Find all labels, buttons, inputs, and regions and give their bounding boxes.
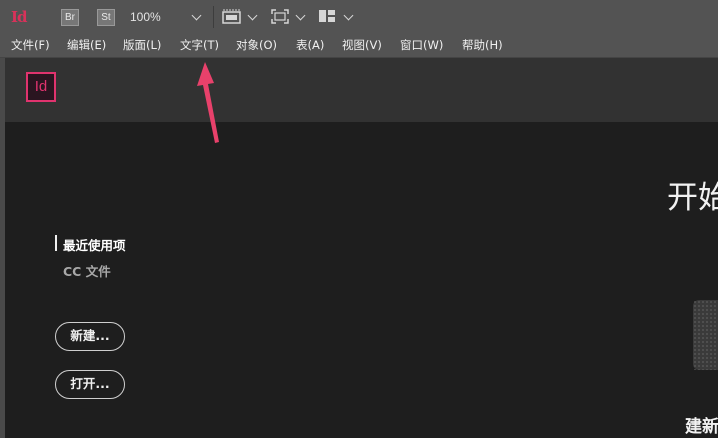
zoom-chevron-down-icon[interactable] <box>191 10 202 21</box>
thumbnail-texture <box>693 300 718 370</box>
start-workspace: 开始 最近使用项 CC 文件 新建... 打开... 建新 <box>5 122 718 438</box>
nav-active-indicator <box>55 235 57 251</box>
nav-recent[interactable]: 最近使用项 <box>63 235 126 254</box>
menu-view[interactable]: 视图(V) <box>342 37 382 53</box>
view-options-chevron-down-icon[interactable] <box>295 10 306 21</box>
arrange-documents-icon[interactable] <box>318 9 336 23</box>
view-options-icon[interactable] <box>271 9 289 24</box>
menu-object[interactable]: 对象(O) <box>236 37 277 53</box>
menu-bar: 文件(F) 编辑(E) 版面(L) 文字(T) 对象(O) 表(A) 视图(V)… <box>0 33 718 58</box>
screen-mode-chevron-down-icon[interactable] <box>247 10 258 21</box>
menu-file[interactable]: 文件(F) <box>11 37 50 53</box>
zoom-level[interactable]: 100% <box>130 10 161 24</box>
menu-layout[interactable]: 版面(L) <box>123 37 161 53</box>
arrange-documents-chevron-down-icon[interactable] <box>343 10 354 21</box>
menu-edit[interactable]: 编辑(E) <box>67 37 106 53</box>
preset-thumbnail[interactable] <box>693 300 718 370</box>
start-header: Id <box>5 58 718 122</box>
menu-type[interactable]: 文字(T) <box>180 37 219 53</box>
app-logo: Id <box>11 8 27 26</box>
app-toolbar: Id Br St 100% <box>0 0 718 33</box>
indesign-logo: Id <box>26 72 56 102</box>
nav-cc-files[interactable]: CC 文件 <box>63 261 111 280</box>
bridge-button[interactable]: Br <box>61 9 79 26</box>
toolbar-divider <box>213 6 214 28</box>
menu-table[interactable]: 表(A) <box>296 37 324 53</box>
stock-button[interactable]: St <box>97 9 115 26</box>
menu-help[interactable]: 帮助(H) <box>462 37 503 53</box>
menu-window[interactable]: 窗口(W) <box>400 37 443 53</box>
start-title: 开始 <box>667 180 718 216</box>
open-button[interactable]: 打开... <box>55 370 125 399</box>
new-button[interactable]: 新建... <box>55 322 125 351</box>
screen-mode-icon[interactable] <box>222 9 242 24</box>
indesign-window: Id Br St 100% 文件(F) 编辑(E) 版面(L) 文字(T) 对象… <box>0 0 718 438</box>
create-new-heading: 建新 <box>685 417 718 437</box>
